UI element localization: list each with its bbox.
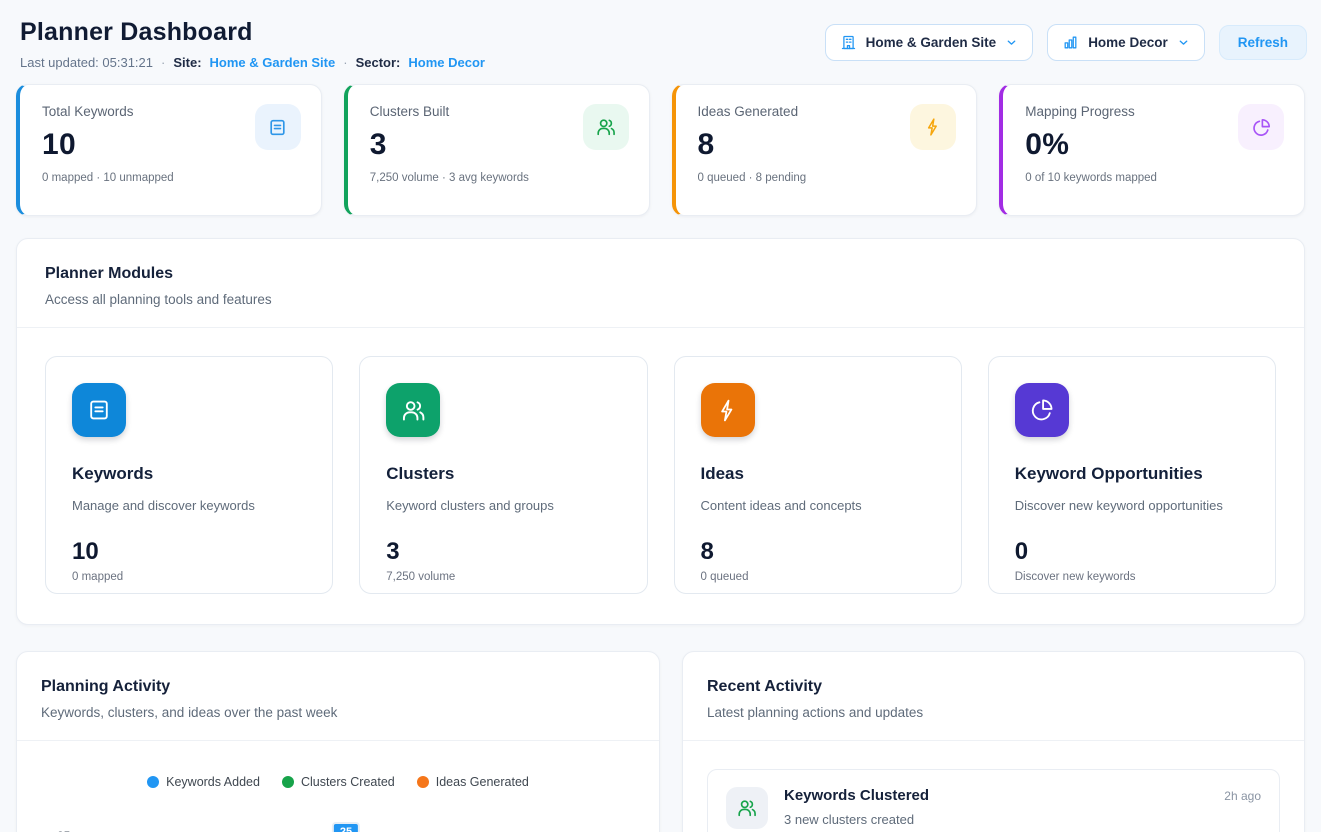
chevron-down-icon xyxy=(1005,36,1018,49)
module-title: Keywords xyxy=(72,464,306,484)
stat-subtext: 7,250 volume · 3 avg keywords xyxy=(370,172,627,184)
stat-subtext: 0 queued · 8 pending xyxy=(698,172,955,184)
stat-card-mapping-progress: Mapping Progress 0% 0 of 10 keywords map… xyxy=(999,84,1305,216)
building-icon xyxy=(840,34,857,51)
stat-cards-row: Total Keywords 10 0 mapped · 10 unmapped… xyxy=(16,84,1305,216)
site-selector-dropdown[interactable]: Home & Garden Site xyxy=(825,24,1034,61)
stat-card-clusters-built: Clusters Built 3 7,250 volume · 3 avg ke… xyxy=(344,84,650,216)
meta-separator: · xyxy=(161,55,165,70)
module-subtext: 7,250 volume xyxy=(386,571,620,583)
document-icon xyxy=(72,383,126,437)
planning-activity-title: Planning Activity xyxy=(41,678,635,696)
chart-canvas xyxy=(91,805,635,832)
toolbar: Home & Garden Site Home Decor xyxy=(825,18,1307,61)
divider xyxy=(17,327,1304,328)
sector-link[interactable]: Home Decor xyxy=(408,55,485,70)
module-subtext: 0 queued xyxy=(701,571,935,583)
planner-dashboard-page: Planner Dashboard Last updated: 05:31:21… xyxy=(0,0,1321,832)
sector-label: Sector: xyxy=(356,55,401,70)
legend-item-clusters-created[interactable]: Clusters Created xyxy=(282,775,395,789)
modules-grid: Keywords Manage and discover keywords 10… xyxy=(45,356,1276,594)
modules-panel-title: Planner Modules xyxy=(45,265,1276,283)
site-selector-label: Home & Garden Site xyxy=(866,35,997,50)
stat-subtext: 0 of 10 keywords mapped xyxy=(1025,172,1282,184)
planning-activity-panel: Planning Activity Keywords, clusters, an… xyxy=(16,651,660,832)
chevron-down-icon xyxy=(1177,36,1190,49)
sector-selector-label: Home Decor xyxy=(1088,35,1168,50)
users-icon xyxy=(726,787,768,829)
stat-subtext: 0 mapped · 10 unmapped xyxy=(42,172,299,184)
module-subtext: 0 mapped xyxy=(72,571,306,583)
module-card-keywords[interactable]: Keywords Manage and discover keywords 10… xyxy=(45,356,333,594)
recent-activity-panel: Recent Activity Latest planning actions … xyxy=(682,651,1305,832)
pie-icon xyxy=(1015,383,1069,437)
lightning-icon xyxy=(910,104,956,150)
module-value: 10 xyxy=(72,538,306,566)
site-link[interactable]: Home & Garden Site xyxy=(210,55,336,70)
module-value: 8 xyxy=(701,538,935,566)
module-description: Content ideas and concepts xyxy=(701,498,935,513)
legend-label: Ideas Generated xyxy=(436,775,529,789)
page-title: Planner Dashboard xyxy=(20,18,485,47)
data-point-label: 25 xyxy=(332,822,360,832)
module-title: Keyword Opportunities xyxy=(1015,464,1249,484)
site-label: Site: xyxy=(173,55,201,70)
last-updated-text: Last updated: 05:31:21 xyxy=(20,55,153,70)
users-icon xyxy=(583,104,629,150)
stat-card-ideas-generated: Ideas Generated 8 0 queued · 8 pending xyxy=(672,84,978,216)
meta-separator: · xyxy=(343,55,347,70)
sector-selector-dropdown[interactable]: Home Decor xyxy=(1047,24,1205,61)
pie-icon xyxy=(1238,104,1284,150)
activity-line-chart: 25 25 24 xyxy=(91,805,635,832)
activity-item-description: 3 new clusters created xyxy=(784,812,1261,827)
document-icon xyxy=(255,104,301,150)
users-icon xyxy=(386,383,440,437)
module-title: Ideas xyxy=(701,464,935,484)
legend-dot-orange xyxy=(417,776,429,788)
refresh-button[interactable]: Refresh xyxy=(1219,25,1307,60)
chart-legend: Keywords Added Clusters Created Ideas Ge… xyxy=(41,775,635,789)
module-value: 0 xyxy=(1015,538,1249,566)
activity-item-timestamp: 2h ago xyxy=(1224,789,1261,803)
divider xyxy=(17,740,659,741)
legend-item-ideas-generated[interactable]: Ideas Generated xyxy=(417,775,529,789)
recent-activity-subtitle: Latest planning actions and updates xyxy=(707,705,1280,720)
activity-item-body: Keywords Clustered 2h ago 3 new clusters… xyxy=(784,787,1261,829)
header-left: Planner Dashboard Last updated: 05:31:21… xyxy=(20,18,485,70)
legend-item-keywords-added[interactable]: Keywords Added xyxy=(147,775,260,789)
bar-chart-icon xyxy=(1062,34,1079,51)
module-subtext: Discover new keywords xyxy=(1015,571,1249,583)
bottom-row: Planning Activity Keywords, clusters, an… xyxy=(16,651,1305,832)
legend-label: Keywords Added xyxy=(166,775,260,789)
module-description: Manage and discover keywords xyxy=(72,498,306,513)
planner-modules-panel: Planner Modules Access all planning tool… xyxy=(16,238,1305,625)
activity-item-title: Keywords Clustered xyxy=(784,787,929,804)
page-header: Planner Dashboard Last updated: 05:31:21… xyxy=(0,0,1321,82)
stat-card-total-keywords: Total Keywords 10 0 mapped · 10 unmapped xyxy=(16,84,322,216)
legend-dot-blue xyxy=(147,776,159,788)
legend-label: Clusters Created xyxy=(301,775,395,789)
module-card-keyword-opportunities[interactable]: Keyword Opportunities Discover new keywo… xyxy=(988,356,1276,594)
activity-item-keywords-clustered: Keywords Clustered 2h ago 3 new clusters… xyxy=(707,769,1280,832)
legend-dot-green xyxy=(282,776,294,788)
module-title: Clusters xyxy=(386,464,620,484)
module-value: 3 xyxy=(386,538,620,566)
module-description: Keyword clusters and groups xyxy=(386,498,620,513)
module-description: Discover new keyword opportunities xyxy=(1015,498,1249,513)
planning-activity-subtitle: Keywords, clusters, and ideas over the p… xyxy=(41,705,635,720)
module-card-ideas[interactable]: Ideas Content ideas and concepts 8 0 que… xyxy=(674,356,962,594)
lightning-icon xyxy=(701,383,755,437)
module-card-clusters[interactable]: Clusters Keyword clusters and groups 3 7… xyxy=(359,356,647,594)
header-meta: Last updated: 05:31:21 · Site: Home & Ga… xyxy=(20,55,485,70)
recent-activity-title: Recent Activity xyxy=(707,678,1280,696)
modules-panel-subtitle: Access all planning tools and features xyxy=(45,292,1276,307)
divider xyxy=(683,740,1304,741)
